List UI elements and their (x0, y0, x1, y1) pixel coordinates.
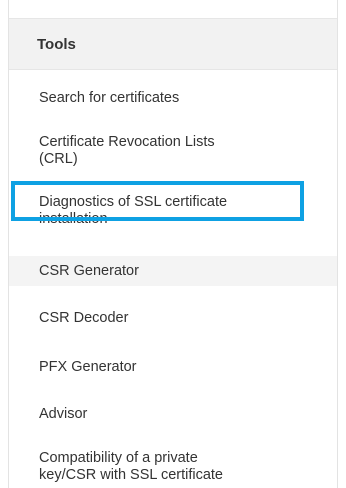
menu-item-label: Search for certificates (39, 90, 180, 106)
menu-item-label: CSR Decoder (39, 310, 129, 326)
menu-item-label: Advisor (39, 406, 88, 422)
menu-item-label: CSR Generator (39, 263, 139, 279)
panel-header: Tools (9, 18, 337, 70)
menu-item-pfx-generator[interactable]: PFX Generator (9, 351, 337, 383)
menu-item-key-csr-compatibility[interactable]: Compatibility of a private key/CSR with … (9, 442, 337, 488)
menu-item-label: PFX Generator (39, 359, 137, 375)
menu-item-ssl-diagnostics[interactable]: Diagnostics of SSL certificate installat… (9, 184, 337, 234)
menu-item-advisor[interactable]: Advisor (9, 398, 337, 430)
menu-item-label: Compatibility of a private key/CSR with … (39, 450, 223, 483)
tools-panel: Tools Search for certificates Certificat… (8, 0, 338, 488)
menu-item-csr-generator[interactable]: CSR Generator (9, 256, 337, 286)
menu-item-csr-decoder[interactable]: CSR Decoder (9, 302, 337, 334)
panel-title: Tools (37, 36, 76, 53)
menu-item-label: Diagnostics of SSL certificate installat… (39, 194, 228, 227)
menu-item-search-certificates[interactable]: Search for certificates (9, 82, 337, 114)
menu-item-crl[interactable]: Certificate Revocation Lists (CRL) (9, 126, 337, 172)
menu-item-label: Certificate Revocation Lists (CRL) (39, 134, 215, 167)
